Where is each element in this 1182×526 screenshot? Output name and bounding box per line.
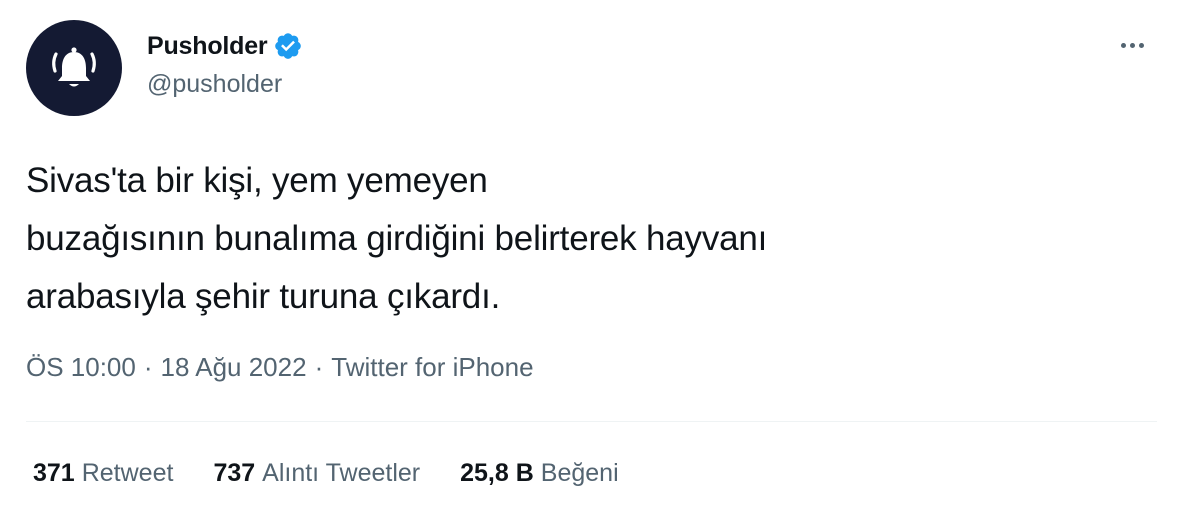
tweet-date[interactable]: 18 Ağu 2022: [161, 352, 307, 383]
retweet-count: 371: [33, 459, 75, 487]
more-horizontal-icon-dot: [1138, 42, 1144, 48]
like-count-link[interactable]: 25,8 B Beğeni: [460, 459, 619, 488]
quote-tweet-label: Alıntı Tweetler: [262, 459, 421, 487]
tweet-stats: 371 Retweet 737 Alıntı Tweetler 25,8 B B…: [33, 459, 659, 488]
verified-badge-icon: [275, 33, 302, 59]
like-count: 25,8 B: [460, 459, 534, 487]
more-horizontal-icon-dot: [1129, 42, 1135, 48]
tweet-text-line: buzağısının bunalıma girdiğini belirtere…: [26, 219, 768, 258]
quote-tweet-count: 737: [213, 459, 256, 487]
quote-tweet-count-link[interactable]: 737 Alıntı Tweetler: [213, 459, 420, 488]
tweet-text: Sivas'ta bir kişi, yem yemeyen buzağısın…: [26, 152, 1146, 326]
bell-icon: [52, 47, 96, 87]
author-name-row: Pusholder: [147, 28, 303, 64]
author-display-name[interactable]: Pusholder: [147, 32, 268, 61]
tweet-text-line: arabasıyla şehir turuna çıkardı.: [26, 277, 501, 316]
avatar[interactable]: [26, 20, 122, 116]
tweet-source[interactable]: Twitter for iPhone: [331, 352, 533, 383]
retweet-label: Retweet: [81, 459, 174, 487]
retweet-count-link[interactable]: 371 Retweet: [33, 459, 173, 488]
author-handle[interactable]: @pusholder: [147, 70, 282, 99]
divider: [26, 421, 1157, 422]
more-horizontal-icon: [1120, 42, 1126, 48]
more-options-button[interactable]: [1112, 30, 1152, 60]
meta-separator: ·: [314, 352, 324, 382]
like-label: Beğeni: [540, 459, 619, 487]
tweet-card: Pusholder @pusholder Sivas'ta bir kişi, …: [0, 0, 1182, 526]
tweet-time[interactable]: ÖS 10:00: [26, 352, 136, 383]
meta-separator: ·: [143, 352, 153, 382]
tweet-meta: ÖS 10:00 · 18 Ağu 2022 · Twitter for iPh…: [26, 352, 534, 383]
tweet-text-line: Sivas'ta bir kişi, yem yemeyen: [26, 161, 488, 200]
